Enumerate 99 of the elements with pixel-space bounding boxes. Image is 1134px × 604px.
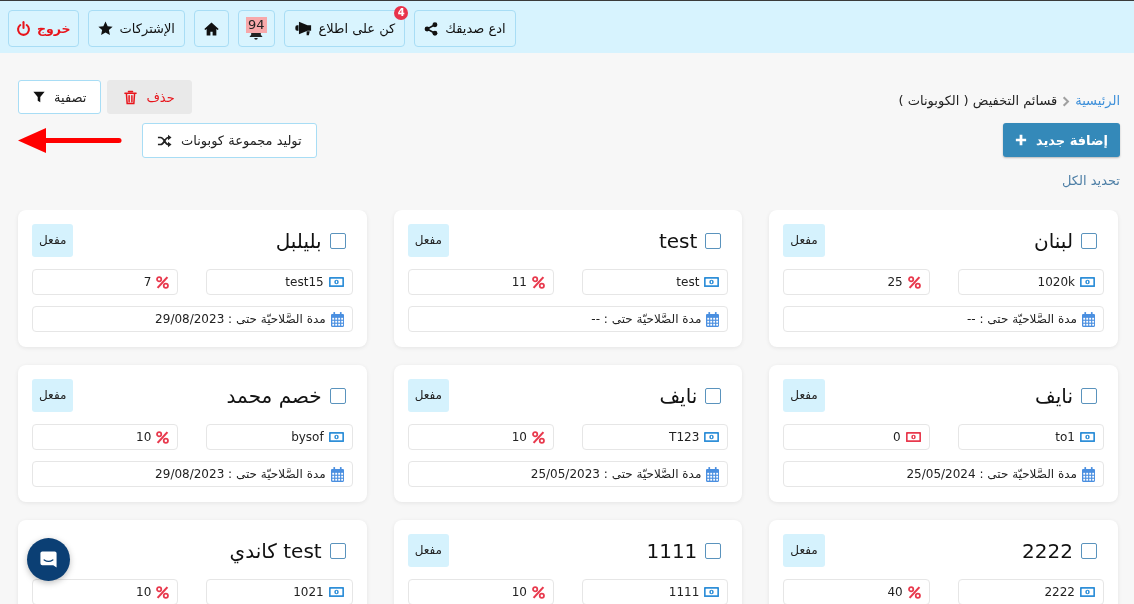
status-badge: مفعل (783, 379, 825, 412)
banknote-icon (704, 587, 720, 597)
percent-icon (532, 585, 545, 599)
coupon-title: test كاندي (229, 538, 322, 563)
chevron-icon (1062, 95, 1071, 107)
calendar-icon (706, 311, 720, 327)
percent-icon (156, 585, 170, 599)
discount-value: 11 (511, 275, 527, 289)
discount-value: 10 (136, 585, 152, 599)
star-icon (97, 21, 113, 36)
status-badge: مفعل (783, 224, 825, 257)
coupon-title: بليلبل (275, 228, 322, 253)
home-icon (204, 21, 219, 36)
percent-icon (532, 275, 545, 289)
discount-value: 7 (143, 275, 152, 289)
checkbox[interactable] (329, 232, 346, 249)
discount-value: 10 (136, 430, 152, 444)
checkbox[interactable] (705, 232, 722, 249)
calendar-icon (330, 311, 344, 327)
calendar-icon (1082, 311, 1095, 327)
banknote-icon (704, 432, 720, 442)
discount-value: 10 (511, 430, 527, 444)
select-all-link[interactable]: تحديد الكل (1062, 172, 1120, 190)
coupon-code: test15 (285, 275, 324, 289)
coupon-title: test (658, 228, 698, 253)
delete-button[interactable]: حذف (107, 80, 192, 114)
subscriptions-button[interactable]: الإشتركات (87, 10, 185, 47)
status-badge: مفعل (32, 224, 74, 257)
calendar-icon (330, 466, 344, 482)
validity-text: مدة الصَّلاحيّة حتى : 25/05/2023 (530, 467, 702, 481)
validity-text: مدة الصَّلاحيّة حتى : -- (591, 312, 702, 326)
checkbox[interactable] (1081, 387, 1097, 404)
validity-text: مدة الصَّلاحيّة حتى : 29/08/2023 (155, 467, 326, 481)
discount-value: 25 (887, 275, 903, 289)
generate-coupons-button[interactable]: توليد مجموعة كوبونات (142, 123, 317, 158)
coupon-title: لبنان (1034, 228, 1073, 253)
percent-icon (156, 430, 170, 444)
page-title: قسائم التخفيض ( الكوبونات ) (898, 92, 1058, 110)
checkbox[interactable] (705, 542, 722, 559)
bell-icon (249, 32, 264, 41)
checkbox[interactable] (1081, 542, 1097, 559)
coupon-title: نايف (659, 383, 698, 408)
checkbox[interactable] (705, 387, 722, 404)
coupon-code: T123 (669, 430, 700, 444)
chat-icon (39, 550, 58, 569)
home-button[interactable] (194, 10, 229, 47)
invite-button[interactable]: ادع صديقك (414, 10, 516, 47)
percent-icon (156, 275, 170, 289)
coupon-code: bysof (291, 430, 324, 444)
percent-icon (532, 430, 545, 444)
checkbox[interactable] (1081, 232, 1097, 249)
count-badge: 4 (394, 6, 409, 20)
status-badge: مفعل (32, 379, 74, 412)
status-badge: مفعل (407, 379, 450, 412)
status-badge: مفعل (783, 534, 825, 567)
coupon-code: test (676, 275, 700, 289)
coupon-title: نايف (1035, 383, 1073, 408)
trash-icon (124, 89, 138, 105)
plus-icon (1014, 134, 1027, 146)
checkbox[interactable] (329, 387, 346, 404)
percent-icon (907, 585, 921, 599)
percent-icon (907, 275, 921, 289)
banknote-icon (328, 587, 344, 597)
calendar-icon (706, 466, 720, 482)
banknote-icon (704, 277, 720, 287)
banknote-icon (328, 277, 344, 287)
coupon-code: 1021 (293, 585, 324, 599)
notifications-button[interactable]: 94 (238, 10, 275, 47)
validity-text: مدة الصَّلاحيّة حتى : 25/05/2024 (906, 467, 1077, 481)
banknote-icon (328, 432, 344, 442)
status-badge: مفعل (407, 534, 450, 567)
coupon-code: 2222 (1044, 585, 1075, 599)
status-badge: مفعل (407, 224, 450, 257)
validity-text: مدة الصَّلاحيّة حتى : 29/08/2023 (155, 312, 326, 326)
coupon-code: to1 (1055, 430, 1075, 444)
coupon-title: 2222 (1022, 538, 1073, 563)
filter-button[interactable]: تصفية (18, 80, 102, 114)
checkbox[interactable] (329, 542, 346, 559)
logout-button[interactable]: خروج (8, 10, 79, 47)
calendar-icon (1082, 466, 1095, 482)
count-badge: 94 (246, 16, 267, 33)
coupon-title: خصم محمد (226, 383, 322, 408)
banknote-icon (1080, 587, 1095, 597)
megaphone-icon (293, 21, 312, 36)
banknote-icon (1080, 432, 1095, 442)
validity-text: مدة الصَّلاحيّة حتى : -- (966, 312, 1077, 326)
banknote-icon (905, 432, 921, 442)
add-new-button[interactable]: إضافة جديد (1002, 123, 1120, 157)
shuffle-icon (157, 133, 172, 148)
coupon-code: 1020k (1037, 275, 1075, 289)
share-icon (424, 21, 439, 36)
discount-value: 40 (887, 585, 903, 599)
discount-value: 0 (893, 430, 901, 444)
banknote-icon (1080, 277, 1095, 287)
coupon-title: 1111 (646, 538, 698, 563)
filter-icon (33, 91, 45, 103)
power-icon (16, 21, 31, 36)
discount-value: 10 (511, 585, 527, 599)
coupon-code: 1111 (668, 585, 700, 599)
